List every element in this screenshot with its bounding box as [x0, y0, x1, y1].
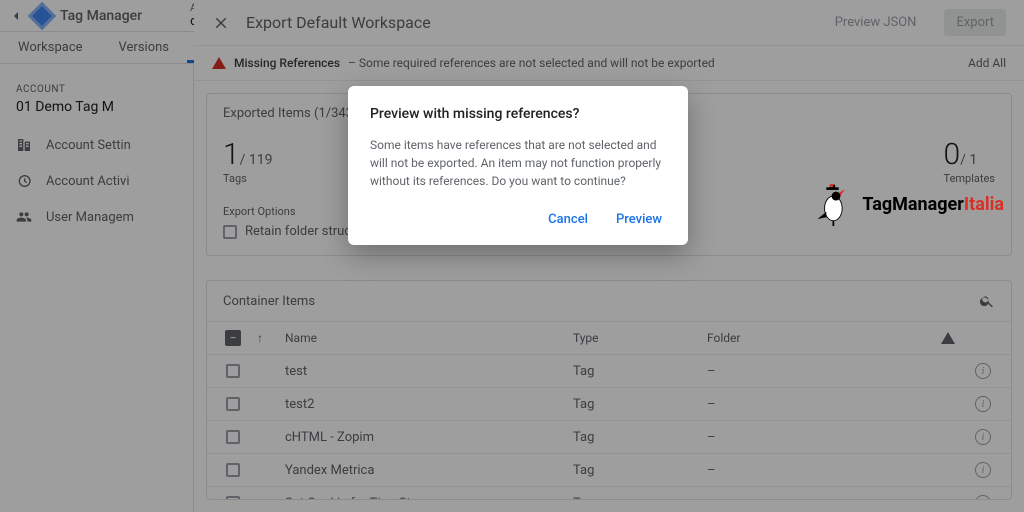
cancel-button[interactable]: Cancel [544, 206, 592, 233]
preview-button[interactable]: Preview [612, 206, 666, 233]
watermark: TagManagerItalia [814, 182, 1004, 226]
dialog-title: Preview with missing references? [370, 106, 666, 122]
dialog-body: Some items have references that are not … [370, 136, 666, 190]
modal-scrim[interactable] [0, 0, 1024, 512]
woodpecker-icon [814, 182, 858, 226]
preview-dialog: Preview with missing references? Some it… [348, 86, 688, 245]
watermark-text: TagManagerItalia [862, 194, 1004, 215]
